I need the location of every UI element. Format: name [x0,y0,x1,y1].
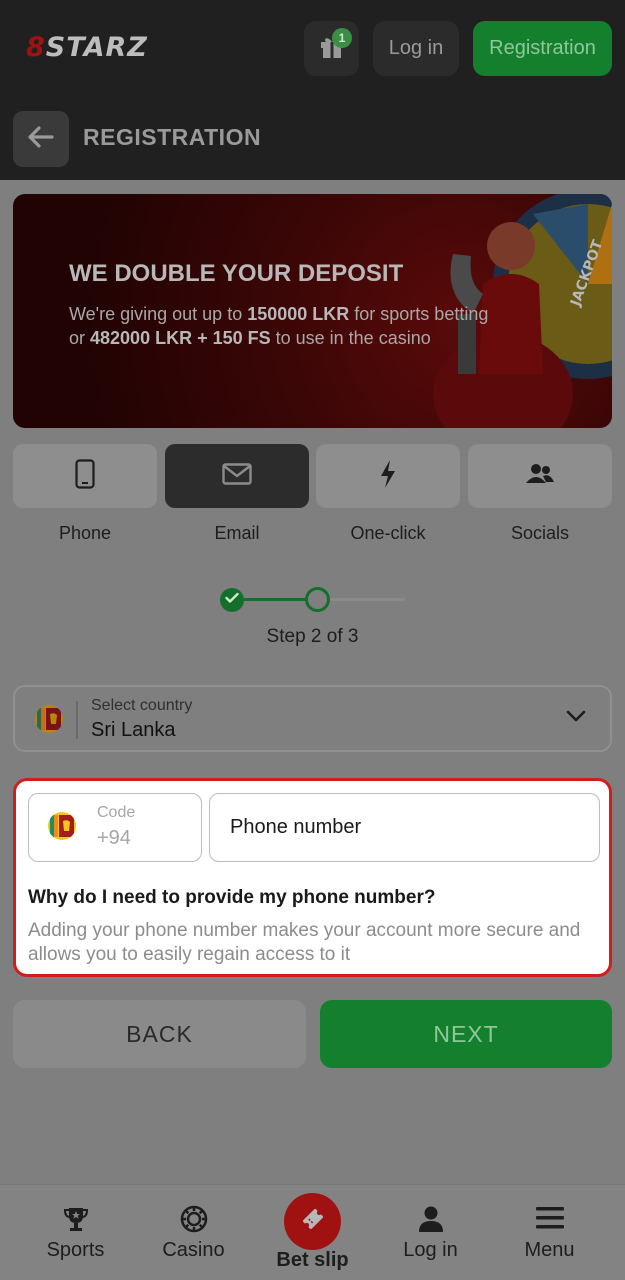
back-arrow-button[interactable] [13,111,69,167]
back-button[interactable]: BACK [13,1000,306,1068]
nav-menu[interactable]: Menu [487,1185,612,1280]
step-remaining-line [330,598,405,601]
people-icon [525,463,555,490]
nav-casino[interactable]: Casino [131,1185,256,1280]
gift-button[interactable] [304,21,359,76]
country-label: Select country [91,697,193,714]
user-icon [417,1205,445,1238]
nav-sports[interactable]: Sports [13,1185,138,1280]
banner-line2-post: to use in the casino [270,328,431,348]
banner-line2-pre: or [69,328,91,348]
sri-lanka-flag-icon [35,705,63,733]
next-button[interactable]: NEXT [320,1000,612,1068]
nav-login[interactable]: Log in [368,1185,493,1280]
lightning-icon [378,459,398,494]
banner-title: WE DOUBLE YOUR DEPOSIT [69,260,404,287]
registration-button[interactable]: Registration [473,21,612,76]
banner-text: We're giving out up to 150000 LKR for sp… [69,302,539,350]
chevron-down-icon [566,709,586,728]
nav-label-sports: Sports [46,1239,105,1261]
envelope-icon [222,462,252,490]
check-icon [225,591,239,609]
banner-line1-pre: We're giving out up to [69,304,248,324]
arrow-left-icon [28,125,54,153]
step-2-current [305,587,330,612]
code-value: +94 [97,827,131,849]
phone-why-title: Why do I need to provide my phone number… [28,887,436,908]
phone-icon [75,458,95,494]
tab-phone[interactable] [13,444,157,508]
nav-label-bet-slip: Bet slip [276,1249,349,1271]
nav-label-casino: Casino [162,1239,225,1261]
logo-prefix: 8 [26,32,46,63]
tab-label-socials: Socials [510,523,570,543]
promo-banner[interactable]: JACKPOT WE DOUBLE YOUR DEPOSIT We're giv… [13,194,612,428]
step-indicator-text: Step 2 of 3 [266,626,359,647]
banner-sports-amount: 150000 LKR [247,304,350,324]
phone-number-input[interactable]: Phone number [209,793,600,862]
step-1-complete [220,588,244,612]
country-select[interactable]: Select country Sri Lanka [13,685,612,752]
phone-why-text: Adding your phone number makes your acco… [28,920,581,965]
step-progress-line [244,598,306,601]
country-divider [76,701,78,739]
phone-number-section: Code +94 Phone number Why do I need to p… [13,778,612,977]
tab-socials[interactable] [468,444,612,508]
logo-text: STARZ [45,32,148,63]
brand-logo[interactable]: 8STARZ [26,32,148,63]
nav-bet-slip[interactable] [284,1193,341,1250]
casino-chip-icon [180,1205,208,1238]
tab-label-email: Email [214,523,260,543]
trophy-icon [62,1205,90,1238]
ticket-icon [299,1205,327,1238]
page-title: REGISTRATION [83,124,262,150]
banner-line1-post: for sports betting [349,304,489,324]
tab-label-phone: Phone [58,523,112,543]
phone-code-select[interactable]: Code +94 [28,793,202,862]
tab-email[interactable] [165,444,309,508]
country-value: Sri Lanka [91,719,176,741]
banner-casino-amount: 482000 LKR + 150 FS [90,328,271,348]
nav-label-menu: Menu [524,1239,575,1261]
nav-label-login: Log in [403,1239,458,1261]
tab-label-one-click: One-click [350,523,426,543]
code-label: Code [97,804,136,821]
gift-count-badge: 1 [332,28,352,48]
tab-one-click[interactable] [316,444,460,508]
login-button[interactable]: Log in [373,21,459,76]
menu-icon [535,1205,565,1236]
sri-lanka-flag-icon [48,812,76,840]
